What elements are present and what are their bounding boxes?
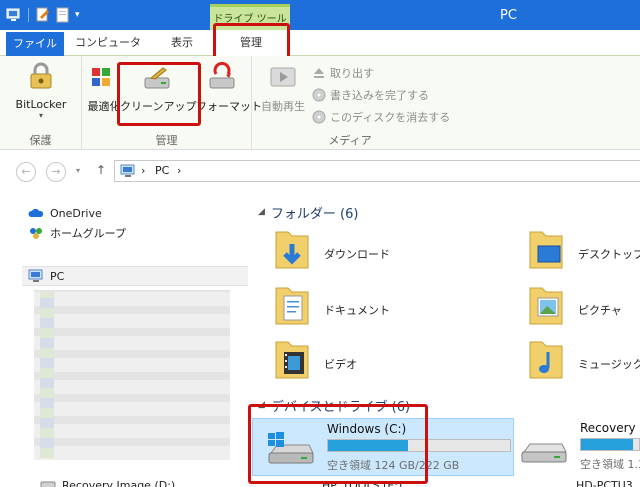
group-caption-manage: 管理 — [155, 134, 178, 147]
nav-item-homegroup[interactable]: ホームグループ — [28, 224, 126, 242]
navigation-bar: ← → ▾ ↑ › PC › — [0, 150, 640, 192]
ribbon-group-media: 自動再生 取り出す 書き込みを完了する このディスクを消去する メディア — [252, 56, 450, 150]
folders-section-header[interactable]: ◢ フォルダー (6) — [258, 203, 359, 222]
downloads-folder-icon — [275, 231, 309, 269]
drive-usage-bar — [580, 438, 640, 451]
tab-file[interactable]: ファイル — [6, 32, 64, 56]
recent-locations-icon[interactable]: ▾ — [76, 166, 80, 175]
computer-icon[interactable] — [6, 7, 22, 23]
nav-homegroup-label: ホームグループ — [50, 227, 127, 240]
blurred-nav-icons — [40, 292, 54, 458]
qat-separator — [28, 8, 29, 22]
finish-burning-label: 書き込みを完了する — [330, 89, 429, 102]
highlight-cleanup-button — [117, 62, 201, 126]
window-title: PC — [500, 8, 517, 23]
nav-item-recovery-partial[interactable]: Recovery Image (D:) — [40, 476, 175, 487]
homegroup-icon — [30, 228, 42, 239]
disc-icon — [312, 88, 326, 102]
documents-folder-icon — [275, 287, 309, 325]
qat-dropdown-icon[interactable]: ▾ — [75, 10, 80, 20]
address-bar[interactable]: › PC › — [114, 160, 640, 182]
ribbon-group-protect: BitLocker ▾ 保護 — [0, 56, 82, 150]
nav-pc-label: PC — [50, 269, 65, 283]
drive-item-recovery[interactable]: Recovery I 空き領域 1.3 — [506, 418, 640, 476]
drive-free-space: 空き領域 1.3 — [580, 458, 640, 471]
erase-disc-button[interactable]: このディスクを消去する — [312, 108, 450, 126]
folder-label: ピクチャ — [578, 304, 622, 317]
ribbon: BitLocker ▾ 保護 最適化 クリーンアップ フォーマット 管理 自動再… — [0, 56, 640, 150]
forward-button[interactable]: → — [46, 162, 66, 182]
folder-item[interactable]: ピクチャ — [508, 284, 640, 336]
erase-disc-label: このディスクを消去する — [330, 111, 451, 124]
drive-usage-fill — [581, 439, 634, 450]
address-arrow-2: › — [177, 164, 182, 177]
chevron-down-icon: ▾ — [38, 111, 43, 120]
videos-folder-icon — [275, 341, 309, 379]
nav-onedrive-label: OneDrive — [50, 206, 102, 220]
folder-label: ドキュメント — [324, 304, 390, 317]
back-button[interactable]: ← — [16, 162, 36, 182]
erase-disc-icon — [312, 110, 326, 124]
format-button[interactable]: フォーマット — [196, 62, 262, 114]
nav-item-onedrive[interactable]: OneDrive — [28, 204, 102, 222]
drive-icon — [521, 443, 567, 463]
drive-icon — [40, 481, 56, 487]
folder-label: ダウンロード — [324, 248, 390, 261]
bitlocker-button[interactable]: BitLocker ▾ — [6, 62, 76, 120]
nav-recovery-label: Recovery Image (D:) — [62, 478, 176, 487]
drive-item-hd-pctu3-partial[interactable]: HD-PCTU3 — [576, 479, 633, 487]
optimize-label: 最適化 — [87, 100, 121, 113]
folder-item[interactable]: ミュージック — [508, 338, 640, 390]
folder-label: ビデオ — [324, 358, 357, 371]
folder-item[interactable]: デスクトップ — [508, 228, 640, 280]
collapse-arrow-icon: ◢ — [258, 207, 265, 217]
folder-item[interactable]: ドキュメント — [254, 284, 434, 336]
folder-item[interactable]: ビデオ — [254, 338, 434, 390]
navigation-pane: OneDrive ホームグループ PC Recovery Image (D:) — [0, 192, 248, 487]
tab-computer[interactable]: コンピューター — [70, 30, 146, 75]
drive-name: Recovery I — [580, 421, 640, 435]
bitlocker-label: BitLocker — [15, 98, 67, 111]
optimize-icon — [92, 68, 110, 86]
desktop-folder-icon — [529, 231, 563, 269]
address-arrow: › — [141, 164, 146, 177]
highlight-drive-c — [248, 404, 428, 484]
autoplay-label: 自動再生 — [261, 100, 305, 113]
quick-access-toolbar: ▾ — [6, 6, 80, 24]
folder-label: ミュージック — [578, 358, 640, 371]
nav-item-pc[interactable]: PC — [28, 267, 64, 285]
folder-item[interactable]: ダウンロード — [254, 228, 434, 280]
folders-header-label: フォルダー (6) — [270, 206, 359, 222]
up-button[interactable]: ↑ — [96, 163, 106, 177]
blurred-nav-items — [34, 290, 230, 460]
music-folder-icon — [529, 341, 563, 379]
pc-icon — [120, 164, 135, 177]
title-bar: ▾ ドライブ ツール PC — [0, 0, 640, 30]
tab-view[interactable]: 表示 — [160, 30, 204, 56]
eject-label: 取り出す — [330, 67, 374, 80]
properties-icon[interactable] — [35, 7, 51, 23]
finish-burning-button[interactable]: 書き込みを完了する — [312, 86, 429, 104]
new-folder-icon[interactable] — [55, 7, 71, 23]
eject-button[interactable]: 取り出す — [312, 64, 374, 82]
pictures-folder-icon — [529, 287, 563, 325]
onedrive-icon — [28, 208, 44, 217]
autoplay-icon — [270, 67, 296, 87]
format-icon — [209, 62, 235, 89]
autoplay-button[interactable]: 自動再生 — [256, 62, 310, 114]
pc-icon — [28, 269, 43, 282]
group-caption-protect: 保護 — [29, 134, 52, 147]
folder-label: デスクトップ — [578, 248, 640, 261]
group-caption-media: メディア — [328, 134, 372, 147]
ribbon-tabs: ファイル コンピューター 表示 管理 — [0, 30, 640, 75]
address-segment-pc[interactable]: PC — [155, 164, 169, 177]
bitlocker-key-icon — [30, 62, 52, 89]
eject-icon — [314, 68, 324, 78]
